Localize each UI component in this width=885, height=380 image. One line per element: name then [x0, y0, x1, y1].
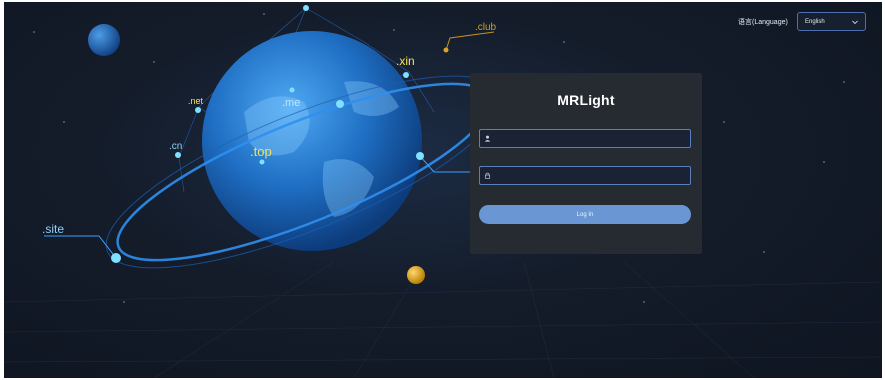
username-input[interactable]: [496, 130, 690, 149]
domain-label-club: .club: [475, 22, 497, 33]
domain-label-site: .site: [42, 222, 64, 236]
domain-label-net: .net: [188, 96, 204, 106]
domain-label-top: .top: [250, 144, 272, 159]
login-page: .club .xin .net .me .cn .top .site 语言(La…: [4, 2, 882, 378]
domain-label-me: .me: [282, 97, 300, 109]
chevron-down-icon: [852, 20, 858, 25]
password-field[interactable]: [479, 166, 691, 186]
login-button[interactable]: Log In: [479, 205, 691, 224]
login-card: MRLight Log In: [470, 73, 702, 254]
language-select[interactable]: English: [797, 12, 866, 31]
language-selected-value: English: [805, 18, 825, 25]
lock-icon: [484, 172, 491, 179]
domain-label-cn: .cn: [169, 141, 182, 152]
domain-label-xin: .xin: [396, 54, 415, 68]
globe-illustration: .club .xin .net .me .cn .top .site: [4, 5, 882, 378]
user-icon: [484, 135, 491, 142]
password-input[interactable]: [496, 167, 690, 186]
language-label: 语言(Language): [738, 19, 788, 26]
app-title: MRLight: [557, 92, 615, 108]
username-field[interactable]: [479, 129, 691, 149]
